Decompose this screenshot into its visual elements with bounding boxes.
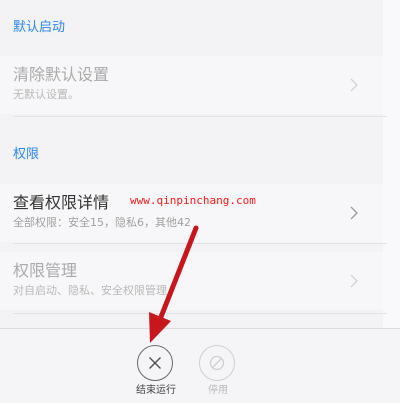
divider: [13, 313, 387, 314]
disable-button[interactable]: 停用: [188, 345, 248, 399]
disable-circle: [199, 345, 235, 381]
permission-management-item[interactable]: 权限管理 对自启动、隐私、安全权限管理: [0, 252, 383, 310]
watermark-text: www.qinpinchang.com: [130, 194, 256, 207]
app-info-screen: 默认启动 清除默认设置 无默认设置。 权限 查看权限详情 全部权限：安全15，隐…: [0, 0, 400, 403]
clear-defaults-subtitle: 无默认设置。: [13, 88, 79, 101]
divider: [13, 116, 387, 117]
close-icon: [148, 356, 162, 370]
view-permission-details-item[interactable]: 查看权限详情 全部权限：安全15，隐私6，其他42: [0, 184, 383, 242]
chevron-right-icon: [350, 274, 358, 288]
chevron-right-icon: [350, 78, 358, 92]
view-permission-details-subtitle: 全部权限：安全15，隐私6，其他42: [13, 216, 191, 229]
view-permission-details-title: 查看权限详情: [13, 193, 110, 212]
section-header-permissions: 权限: [0, 135, 383, 175]
permission-management-title: 权限管理: [13, 261, 78, 280]
chevron-right-icon: [350, 206, 358, 220]
divider: [13, 243, 387, 244]
disable-label: 停用: [208, 385, 228, 396]
bottom-action-bar: 结束运行 停用: [0, 328, 400, 403]
section-header-label: 默认启动: [13, 20, 66, 35]
end-process-button[interactable]: 结束运行: [126, 345, 186, 399]
end-process-circle: [137, 345, 173, 381]
block-icon: [209, 355, 225, 371]
clear-defaults-item[interactable]: 清除默认设置 无默认设置。: [0, 56, 383, 114]
clear-defaults-title: 清除默认设置: [13, 65, 110, 84]
section-header-label: 权限: [13, 147, 40, 162]
end-process-label: 结束运行: [136, 385, 176, 396]
permission-management-subtitle: 对自启动、隐私、安全权限管理: [13, 284, 167, 297]
section-header-default-launch: 默认启动: [0, 8, 383, 48]
